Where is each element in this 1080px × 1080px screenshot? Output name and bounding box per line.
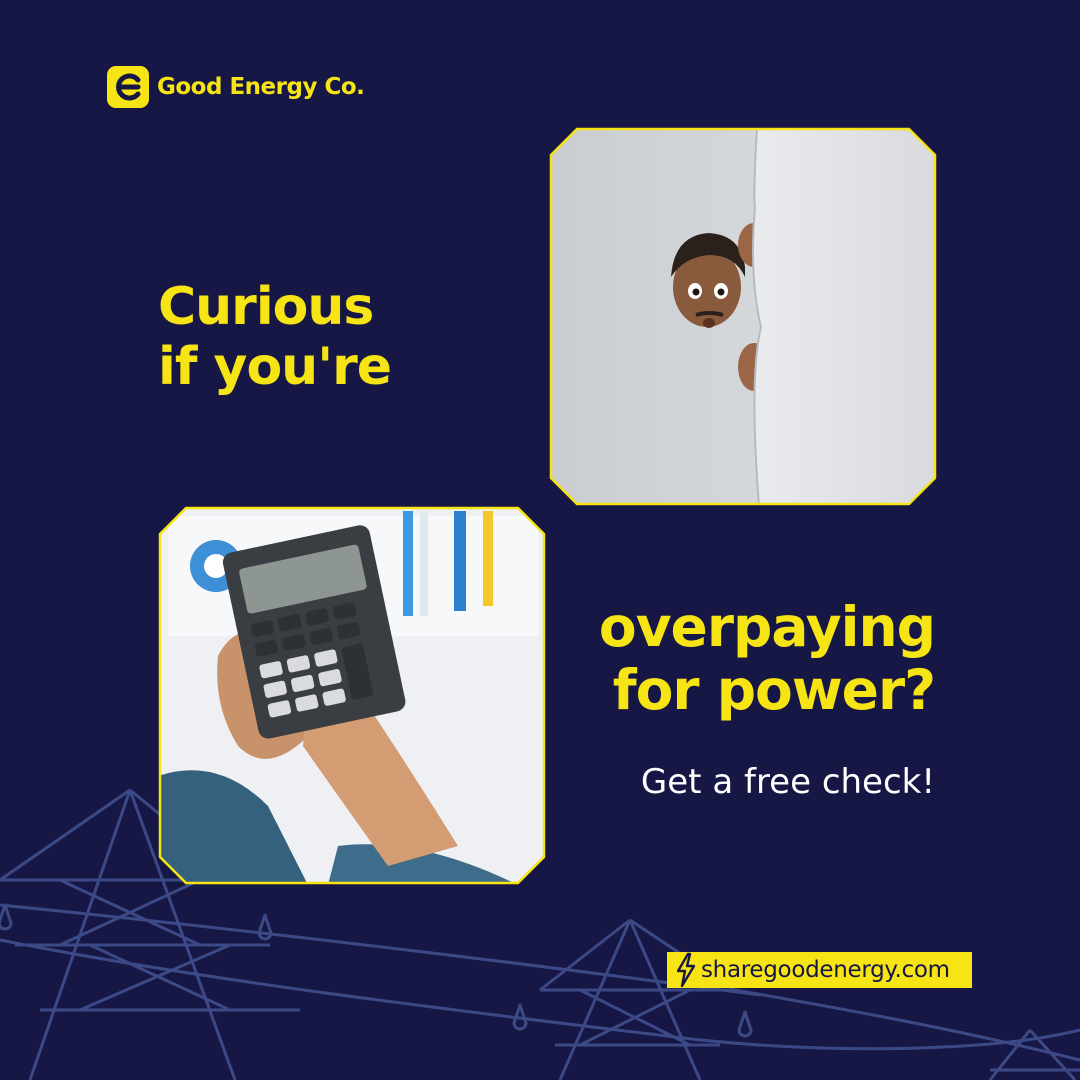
website-link[interactable]: sharegoodenergy.com <box>667 952 972 988</box>
brand-logo[interactable]: Good Energy Co. <box>107 66 365 108</box>
photo-calculator-hands <box>158 506 546 885</box>
headline-top: Curious if you're <box>158 277 392 398</box>
brand-name: Good Energy Co. <box>157 74 365 100</box>
headline-top-line-2: if you're <box>158 336 392 397</box>
call-to-action-text: Get a free check! <box>640 762 935 802</box>
headline-bottom-line-1: overpaying <box>598 595 936 659</box>
ad-canvas: Good Energy Co. Curious if you're overpa… <box>0 0 1080 1080</box>
lightning-bolt-icon <box>676 952 696 988</box>
headline-bottom-line-2: for power? <box>612 658 936 723</box>
photo-man-peeking <box>549 127 937 506</box>
brand-e-icon <box>107 66 149 108</box>
headline-bottom: overpaying for power? <box>598 595 936 723</box>
headline-top-line-1: Curious <box>158 277 374 337</box>
website-url: sharegoodenergy.com <box>701 957 950 983</box>
